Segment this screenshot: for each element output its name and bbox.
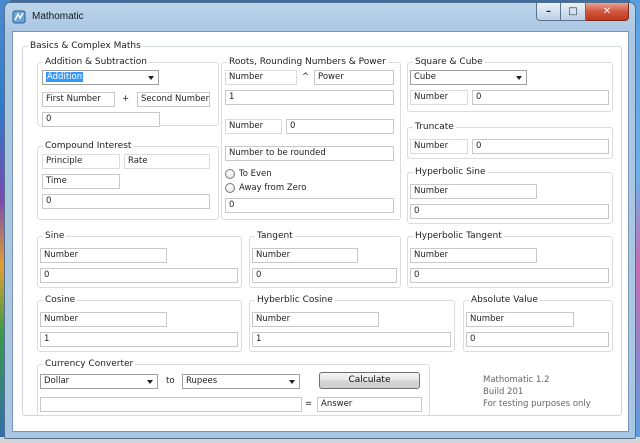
chevron-down-icon	[516, 76, 522, 80]
htangent-group-title: Hyperbolic Tangent	[413, 231, 504, 241]
absolute-group-title: Absolute Value	[469, 295, 540, 305]
tangent-result-field[interactable]: 0	[252, 268, 397, 283]
maximize-button[interactable]: □	[561, 3, 586, 21]
build-label: Build 201	[483, 387, 524, 397]
hcosine-number-field[interactable]: Number	[252, 312, 379, 327]
to-currency-dropdown[interactable]: Rupees	[182, 374, 300, 389]
sine-result-field[interactable]: 0	[40, 268, 238, 283]
caption-buttons: – □ ✕	[536, 3, 629, 21]
truncate-result-field[interactable]: 0	[472, 139, 609, 154]
minimize-button[interactable]: –	[536, 3, 561, 21]
operation-dropdown[interactable]: Addition	[42, 70, 159, 85]
truncate-group-title: Truncate	[413, 122, 456, 132]
square-cube-dropdown[interactable]: Cube	[410, 70, 527, 85]
compound-group-title: Compound Interest	[43, 141, 134, 151]
away-from-zero-label[interactable]: Away from Zero	[239, 183, 306, 193]
currency-answer-field[interactable]: Answer	[317, 397, 422, 412]
plus-operator-label: +	[122, 94, 130, 104]
root-number-field[interactable]: Number	[225, 119, 282, 134]
absolute-number-field[interactable]: Number	[466, 312, 574, 327]
caret-operator-label: ^	[302, 72, 310, 82]
time-field[interactable]: Time	[42, 174, 120, 189]
chevron-down-icon	[148, 76, 154, 80]
testing-notice-label: For testing purposes only	[483, 399, 591, 409]
first-number-field[interactable]: First Number	[42, 92, 115, 107]
version-label: Mathomatic 1.2	[483, 375, 550, 385]
square-number-field[interactable]: Number	[410, 90, 468, 105]
from-currency-selected: Dollar	[44, 376, 70, 386]
power-number-field[interactable]: Number	[225, 70, 297, 85]
basics-group-title: Basics & Complex Maths	[28, 41, 143, 51]
principle-field[interactable]: Principle	[42, 154, 120, 169]
window-title: Mathomatic	[32, 11, 84, 22]
equals-label: =	[305, 399, 313, 409]
power-field[interactable]: Power	[314, 70, 394, 85]
htangent-number-field[interactable]: Number	[410, 248, 537, 263]
title-bar[interactable]: Mathomatic – □ ✕	[5, 3, 635, 31]
calculate-button[interactable]: Calculate	[319, 372, 420, 389]
square-cube-selected: Cube	[414, 72, 436, 82]
app-window: Mathomatic – □ ✕ Basics & Complex Maths …	[4, 2, 636, 439]
to-even-label[interactable]: To Even	[239, 169, 272, 179]
from-currency-dropdown[interactable]: Dollar	[40, 374, 158, 389]
hsine-number-field[interactable]: Number	[410, 184, 537, 199]
sine-number-field[interactable]: Number	[40, 248, 167, 263]
absolute-result-field[interactable]: 0	[466, 332, 609, 347]
close-button[interactable]: ✕	[586, 3, 629, 21]
power-result-field[interactable]: 1	[225, 90, 394, 105]
roots-group-title: Roots, Rounding Numbers & Power	[227, 57, 388, 67]
truncate-number-field[interactable]: Number	[410, 139, 468, 154]
sine-group-title: Sine	[43, 231, 67, 241]
hcosine-result-field[interactable]: 1	[252, 332, 451, 347]
cosine-group-title: Cosine	[43, 295, 78, 305]
app-icon	[12, 10, 26, 24]
cosine-result-field[interactable]: 1	[40, 332, 238, 347]
rate-field[interactable]: Rate	[124, 154, 210, 169]
currency-amount-field[interactable]	[40, 397, 302, 412]
cosine-number-field[interactable]: Number	[40, 312, 167, 327]
round-input-field[interactable]: Number to be rounded	[225, 146, 394, 161]
second-number-field[interactable]: Second Number	[137, 92, 210, 107]
chevron-down-icon	[147, 380, 153, 384]
roots-group: Roots, Rounding Numbers & Power	[221, 57, 401, 220]
chevron-down-icon	[289, 380, 295, 384]
to-currency-selected: Rupees	[186, 376, 218, 386]
hsine-result-field[interactable]: 0	[410, 204, 609, 219]
square-result-field[interactable]: 0	[472, 90, 609, 105]
away-from-zero-radio[interactable]	[225, 183, 235, 193]
operation-selected: Addition	[46, 72, 84, 82]
client-area: Basics & Complex Maths Addition & Subtra…	[12, 31, 629, 432]
root-result-field[interactable]: 0	[286, 119, 394, 134]
addition-result-field[interactable]: 0	[42, 112, 160, 127]
compound-result-field[interactable]: 0	[42, 194, 210, 209]
htangent-result-field[interactable]: 0	[410, 268, 609, 283]
round-result-field[interactable]: 0	[225, 198, 394, 213]
hsine-group-title: Hyperbolic Sine	[413, 167, 488, 177]
to-even-radio[interactable]	[225, 169, 235, 179]
tangent-number-field[interactable]: Number	[252, 248, 358, 263]
hcosine-group-title: Hyberblic Cosine	[255, 295, 335, 305]
addition-group-title: Addition & Subtraction	[43, 57, 149, 67]
square-cube-group-title: Square & Cube	[413, 57, 485, 67]
currency-group-title: Currency Converter	[43, 359, 136, 369]
to-label: to	[166, 376, 175, 386]
tangent-group-title: Tangent	[255, 231, 295, 241]
